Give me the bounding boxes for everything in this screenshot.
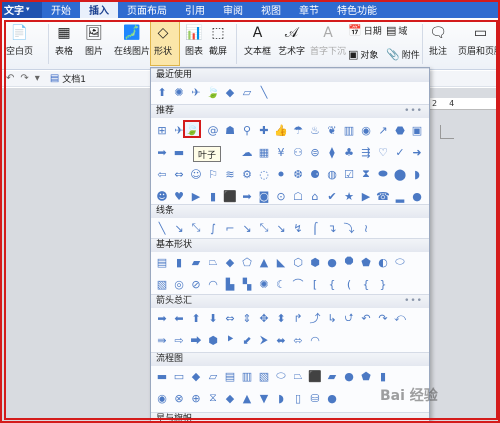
baidu-watermark: Bai 经验 xyxy=(380,388,438,404)
annotation-frame-inner xyxy=(4,20,498,420)
